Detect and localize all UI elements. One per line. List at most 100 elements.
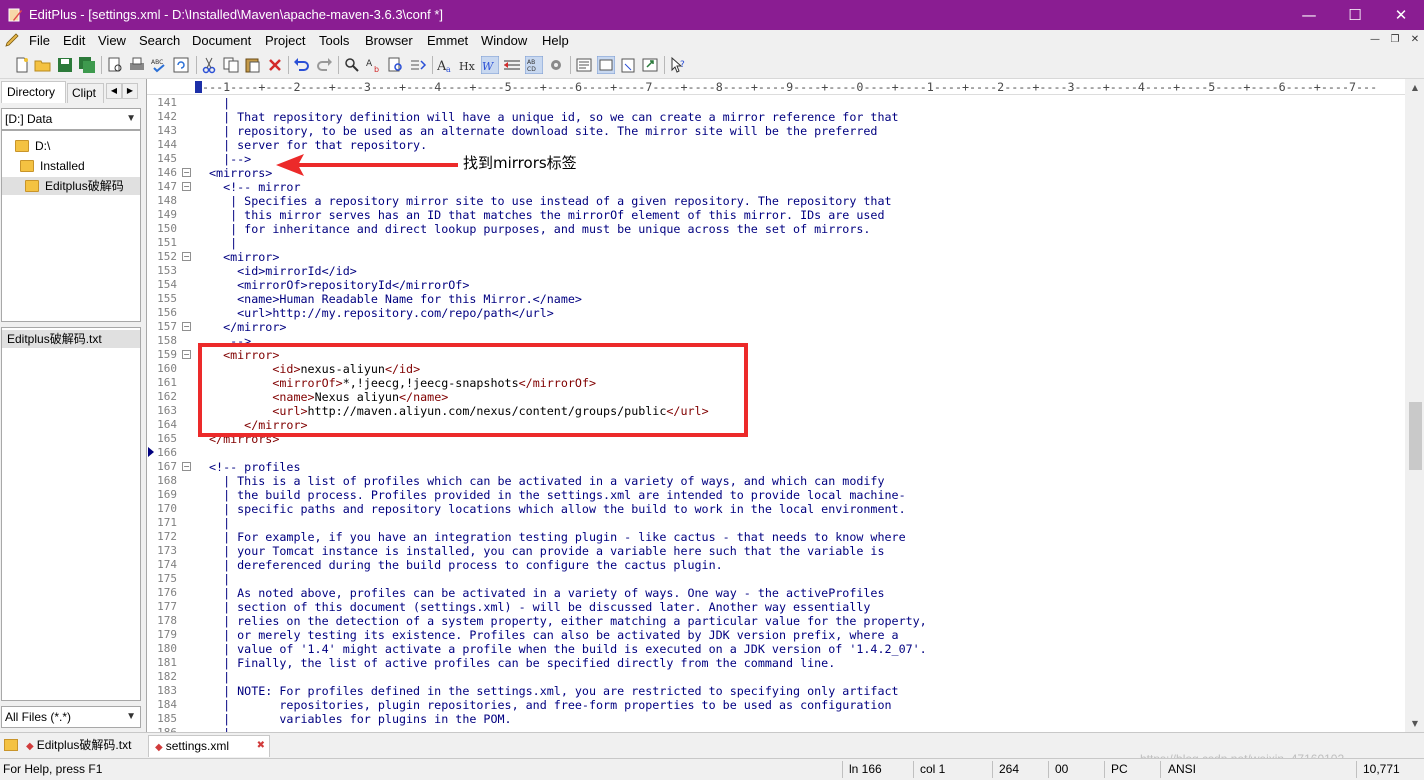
print-icon[interactable] bbox=[128, 56, 146, 74]
help-icon[interactable]: ? bbox=[669, 56, 687, 74]
svg-text:Hx: Hx bbox=[459, 60, 476, 73]
code-token: <mirrors> bbox=[209, 166, 273, 180]
view-icon[interactable] bbox=[575, 56, 593, 74]
fold-toggle-icon[interactable]: − bbox=[182, 182, 191, 191]
menu-view[interactable]: View bbox=[98, 33, 126, 48]
code-token: | the build process. Profiles provided i… bbox=[209, 488, 906, 502]
fold-toggle-icon[interactable]: − bbox=[182, 322, 191, 331]
font-icon[interactable]: Aa bbox=[437, 56, 455, 74]
file-filter-select[interactable]: All Files (*.*) ▼ bbox=[1, 706, 141, 728]
undo-icon[interactable] bbox=[293, 56, 311, 74]
fold-toggle-icon[interactable]: − bbox=[182, 350, 191, 359]
mdi-restore-button[interactable]: ❐ bbox=[1388, 33, 1402, 47]
tree-item-installed[interactable]: Installed bbox=[20, 157, 85, 175]
cut-icon[interactable] bbox=[200, 56, 218, 74]
scroll-down-arrow-icon[interactable]: ▼ bbox=[1405, 715, 1424, 732]
mdi-close-button[interactable]: ✕ bbox=[1408, 33, 1422, 47]
menu-search[interactable]: Search bbox=[139, 33, 180, 48]
browser-icon[interactable] bbox=[597, 56, 615, 74]
tab-cliptext[interactable]: Clipt bbox=[67, 83, 104, 103]
line-number: 159 bbox=[157, 348, 177, 361]
menu-window[interactable]: Window bbox=[481, 33, 527, 48]
ruler-icon[interactable] bbox=[503, 56, 521, 74]
line-number: 185 bbox=[157, 712, 177, 725]
folder-icon[interactable] bbox=[4, 739, 18, 751]
code-token: | dereferenced during the build process … bbox=[209, 558, 723, 572]
go-to-icon[interactable] bbox=[409, 56, 427, 74]
redo-icon[interactable] bbox=[315, 56, 333, 74]
close-tab-icon[interactable]: ✖ bbox=[257, 736, 265, 756]
code-token: <id>mirrorId</id> bbox=[209, 264, 357, 278]
open-folder-icon[interactable] bbox=[34, 56, 52, 74]
menu-document[interactable]: Document bbox=[192, 33, 251, 48]
replace-icon[interactable]: Ab bbox=[365, 56, 383, 74]
line-number: 163 bbox=[157, 404, 177, 417]
save-icon[interactable] bbox=[56, 56, 74, 74]
spell-check-icon[interactable]: ABC bbox=[150, 56, 168, 74]
word-wrap-icon[interactable]: W bbox=[481, 56, 499, 74]
clipboard-icon[interactable] bbox=[619, 56, 637, 74]
tree-item-editplus[interactable]: Editplus破解码 bbox=[2, 177, 140, 195]
fold-toggle-icon[interactable]: − bbox=[182, 168, 191, 177]
line-number-icon[interactable]: ABCD bbox=[525, 56, 543, 74]
tab-settings-xml[interactable]: ◆ settings.xml ✖ bbox=[148, 735, 270, 757]
menu-bar: File Edit View Search Document Project T… bbox=[0, 30, 1424, 51]
refresh-icon[interactable] bbox=[172, 56, 190, 74]
minimize-button[interactable]: — bbox=[1286, 0, 1332, 30]
code-line: | That repository definition will have a… bbox=[209, 110, 899, 124]
line-number: 144 bbox=[157, 138, 177, 151]
tab-scroll-right-button[interactable]: ▶ bbox=[122, 83, 138, 99]
fold-toggle-icon[interactable]: − bbox=[182, 252, 191, 261]
find-in-files-icon[interactable] bbox=[387, 56, 405, 74]
svg-text:CD: CD bbox=[527, 66, 536, 73]
toolbar: ABC Ab Aa Hx W AB CD ? bbox=[0, 51, 1424, 79]
drive-select[interactable]: [D:] Data ▼ bbox=[1, 108, 141, 130]
scrollbar-thumb[interactable] bbox=[1409, 402, 1422, 470]
code-line: <!-- profiles bbox=[209, 460, 300, 474]
new-file-icon[interactable] bbox=[13, 56, 31, 74]
menu-project[interactable]: Project bbox=[265, 33, 305, 48]
status-line: ln 166 bbox=[849, 762, 882, 776]
find-icon[interactable] bbox=[343, 56, 361, 74]
highlight-box bbox=[198, 343, 748, 437]
paste-icon[interactable] bbox=[244, 56, 262, 74]
tree-item-drive[interactable]: D:\ bbox=[15, 137, 50, 155]
menu-help[interactable]: Help bbox=[542, 33, 569, 48]
tab-directory[interactable]: Directory bbox=[1, 81, 66, 103]
file-filter-value: All Files (*.*) bbox=[5, 710, 72, 724]
line-number: 164 bbox=[157, 418, 177, 431]
vertical-scrollbar[interactable]: ▲ ▼ bbox=[1405, 79, 1424, 732]
heading-icon[interactable]: Hx bbox=[459, 56, 477, 74]
maximize-button[interactable]: ☐ bbox=[1332, 0, 1378, 30]
code-token: <url>http://my.repository.com/repo/path<… bbox=[209, 306, 554, 320]
line-number: 175 bbox=[157, 572, 177, 585]
tab-editplus-txt[interactable]: ◆ Editplus破解码.txt bbox=[20, 735, 144, 757]
export-icon[interactable] bbox=[641, 56, 659, 74]
line-number: 169 bbox=[157, 488, 177, 501]
line-number: 171 bbox=[157, 516, 177, 529]
file-modified-icon: ◆ bbox=[26, 741, 34, 752]
code-token: | This is a list of profiles which can b… bbox=[209, 474, 885, 488]
folder-icon bbox=[20, 160, 34, 172]
fold-toggle-icon[interactable]: − bbox=[182, 462, 191, 471]
menu-file[interactable]: File bbox=[29, 33, 50, 48]
file-list-item[interactable]: Editplus破解码.txt bbox=[2, 330, 140, 348]
close-button[interactable]: ✕ bbox=[1378, 0, 1424, 30]
mdi-minimize-button[interactable]: — bbox=[1368, 33, 1382, 47]
menu-browser[interactable]: Browser bbox=[365, 33, 413, 48]
scroll-up-arrow-icon[interactable]: ▲ bbox=[1405, 79, 1424, 96]
line-number: 183 bbox=[157, 684, 177, 697]
line-number: 150 bbox=[157, 222, 177, 235]
menu-tools[interactable]: Tools bbox=[319, 33, 349, 48]
tab-scroll-left-button[interactable]: ◀ bbox=[106, 83, 122, 99]
settings-icon[interactable] bbox=[547, 56, 565, 74]
code-token: | As noted above, profiles can be activa… bbox=[209, 586, 885, 600]
print-preview-icon[interactable] bbox=[106, 56, 124, 74]
menu-edit[interactable]: Edit bbox=[63, 33, 85, 48]
delete-icon[interactable] bbox=[266, 56, 284, 74]
line-number: 141 bbox=[157, 96, 177, 109]
menu-emmet[interactable]: Emmet bbox=[427, 33, 468, 48]
code-line: | relies on the detection of a system pr… bbox=[209, 614, 927, 628]
copy-icon[interactable] bbox=[222, 56, 240, 74]
save-all-icon[interactable] bbox=[78, 56, 96, 74]
